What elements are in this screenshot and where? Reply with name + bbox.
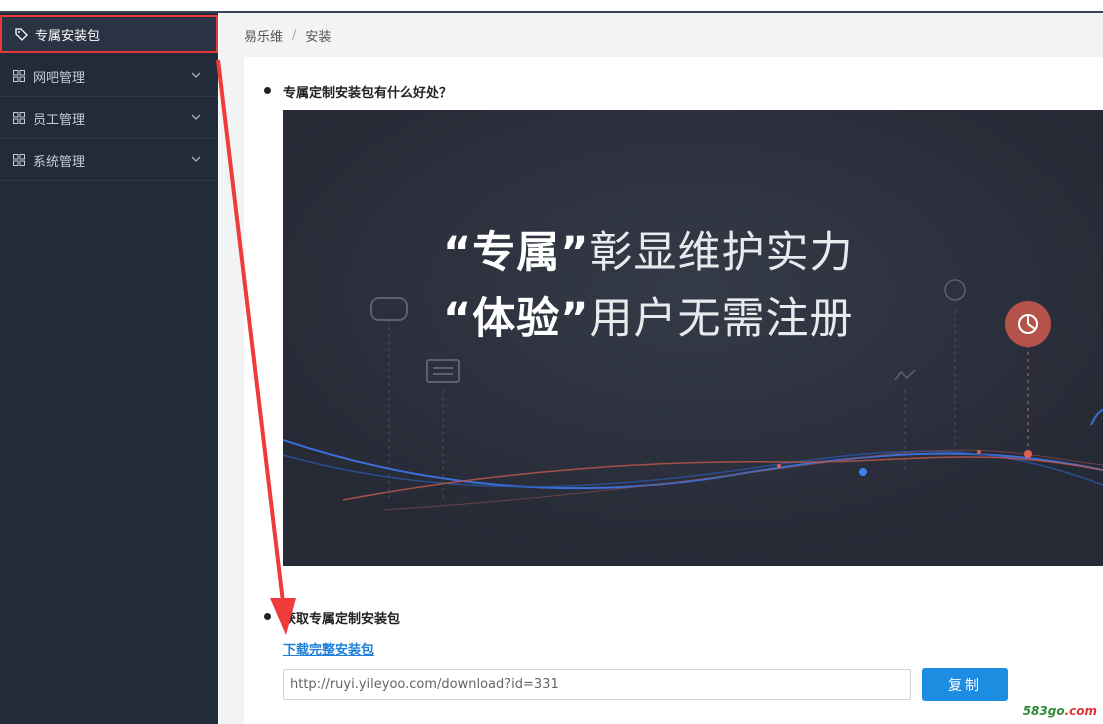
sidebar-item-install-package[interactable]: 专属安装包 <box>0 15 218 53</box>
banner-line-2-quoted: “体验” <box>443 294 590 344</box>
chevron-down-icon <box>191 156 201 162</box>
sidebar-item-label: 系统管理 <box>33 154 86 170</box>
download-url-input[interactable] <box>283 669 911 700</box>
sidebar: 专属安装包 网吧管理 员工管理 系统管理 <box>0 13 218 724</box>
tag-icon <box>14 27 28 41</box>
breadcrumb-separator: / <box>292 27 297 43</box>
sidebar-item-netbar-management[interactable]: 网吧管理 <box>0 56 218 97</box>
grid-icon <box>12 69 26 83</box>
grid-icon <box>12 153 26 167</box>
watermark: 583go.com <box>1023 704 1097 718</box>
section-get-package-title: 获取专属定制安装包 <box>283 612 401 627</box>
grid-icon <box>12 111 26 125</box>
breadcrumb-root[interactable]: 易乐维 <box>244 26 283 45</box>
chevron-down-icon <box>191 72 201 78</box>
watermark-part-1: 583go <box>1022 704 1065 718</box>
section-benefits-title: 专属定制安装包有什么好处？ <box>283 86 453 101</box>
chevron-down-icon <box>191 114 201 120</box>
banner-line-1-quoted: “专属” <box>443 228 590 278</box>
watermark-part-2: .com <box>1064 704 1097 718</box>
banner-line-1: “专属”彰显维护实力 <box>443 218 854 280</box>
breadcrumb: 易乐维 / 安装 <box>219 13 1103 57</box>
banner-line-2: “体验”用户无需注册 <box>443 284 854 346</box>
copy-button[interactable]: 复制 <box>922 668 1008 701</box>
sidebar-item-staff-management[interactable]: 员工管理 <box>0 98 218 139</box>
sidebar-item-label: 网吧管理 <box>33 70 86 86</box>
banner-line-2-rest: 用户无需注册 <box>589 294 854 344</box>
bullet <box>264 613 271 620</box>
promo-banner: “专属”彰显维护实力 “体验”用户无需注册 <box>283 110 1103 566</box>
banner-line-1-rest: 彰显维护实力 <box>589 228 854 278</box>
breadcrumb-current: 安装 <box>305 29 332 45</box>
top-bar <box>0 0 1103 13</box>
bullet <box>264 87 271 94</box>
sidebar-item-label: 员工管理 <box>33 112 86 128</box>
sidebar-item-label: 专属安装包 <box>35 28 101 44</box>
sidebar-item-system-management[interactable]: 系统管理 <box>0 140 218 181</box>
download-full-package-link[interactable]: 下载完整安装包 <box>283 639 374 658</box>
